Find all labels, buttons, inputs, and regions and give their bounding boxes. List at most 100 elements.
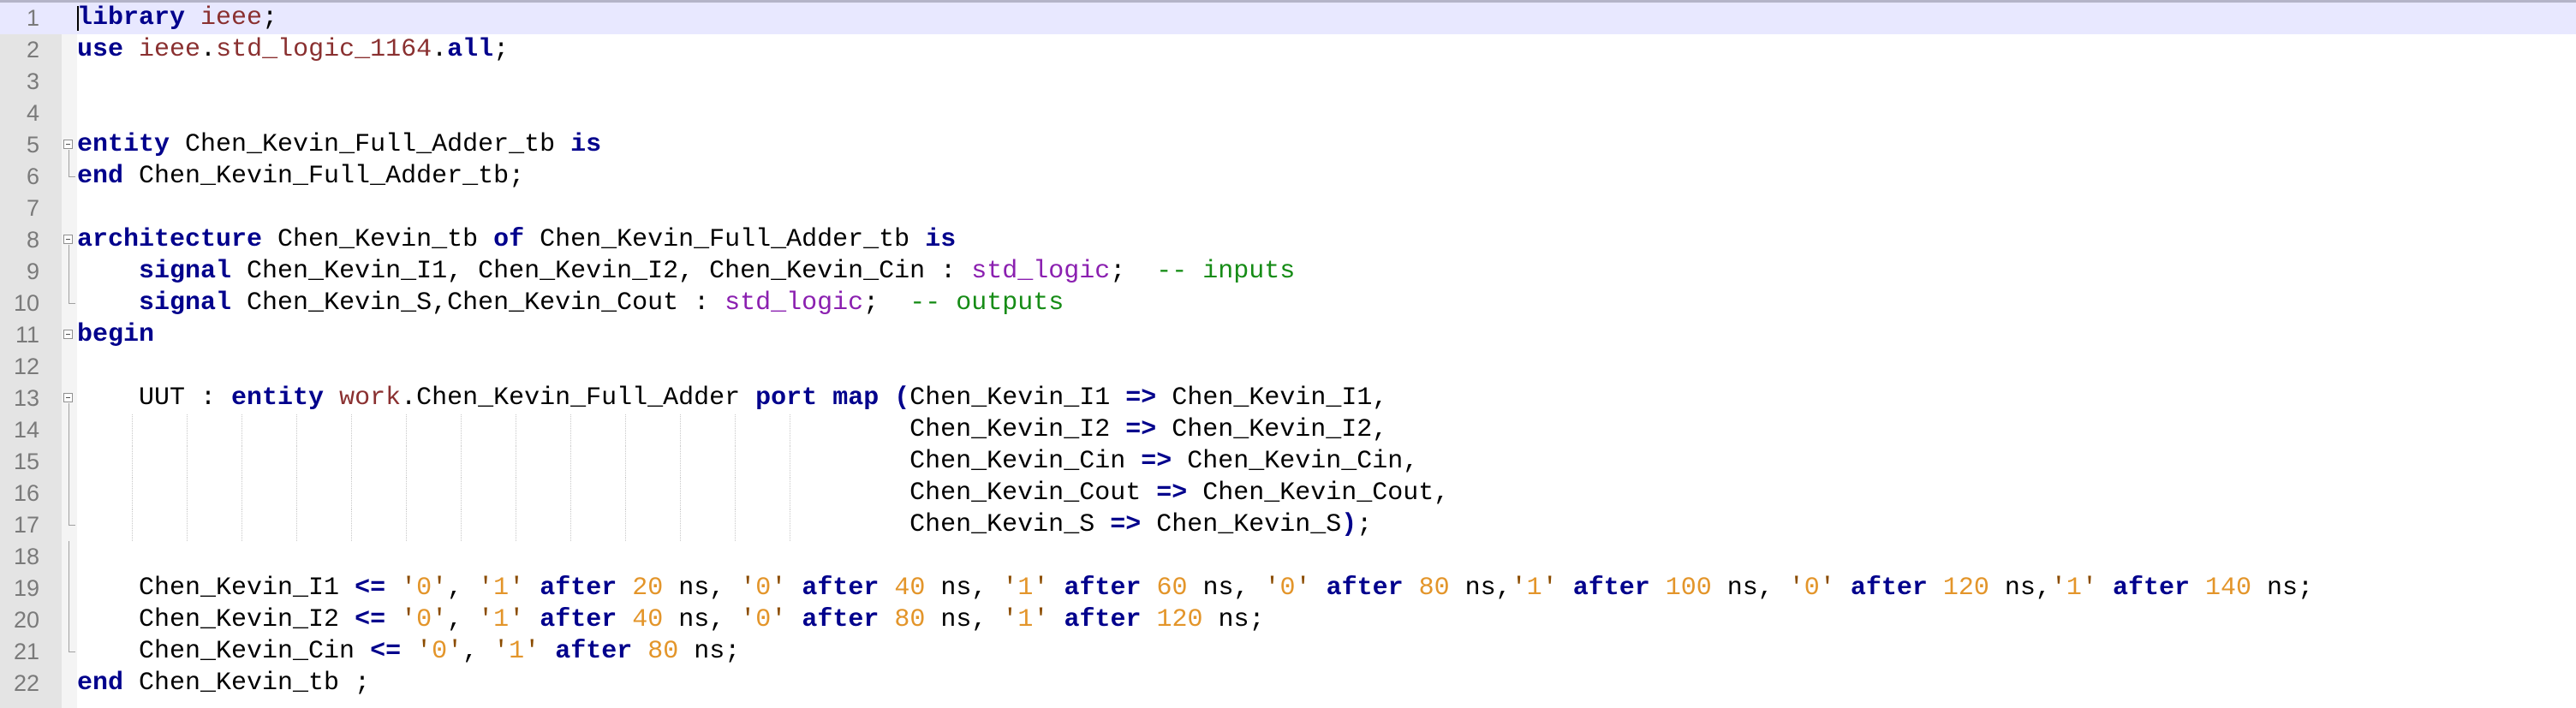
token-lib: ieee: [139, 35, 201, 64]
token-str: ': [1002, 605, 1018, 634]
code-line[interactable]: 6 end Chen_Kevin_Full_Adder_tb;: [0, 161, 2576, 193]
fold-toggle-icon[interactable]: [62, 319, 77, 351]
token-str: ': [1002, 574, 1018, 603]
code-line[interactable]: 21 Chen_Kevin_Cin <= '0', '1' after 80 n…: [0, 636, 2576, 668]
text-caret: [77, 6, 79, 31]
token-num: 100: [1665, 574, 1712, 603]
token-text: ns,: [1187, 574, 1265, 603]
token-kw: after: [802, 574, 880, 603]
token-text: ,: [447, 605, 479, 634]
line-text[interactable]: Chen_Kevin_Cout => Chen_Kevin_Cout,: [77, 478, 1449, 509]
code-line[interactable]: 13 UUT : entity work.Chen_Kevin_Full_Add…: [0, 383, 2576, 414]
token-text: ;: [1357, 510, 1373, 539]
token-num: 1: [493, 574, 510, 603]
line-number: 12: [13, 354, 39, 379]
line-text[interactable]: entity Chen_Kevin_Full_Adder_tb is: [77, 129, 601, 161]
token-kw: begin: [77, 320, 155, 349]
code-line[interactable]: 19 Chen_Kevin_I1 <= '0', '1' after 20 ns…: [0, 573, 2576, 604]
code-editor[interactable]: 1 library ieee; 2 use ieee.std_logic_116…: [0, 0, 2576, 708]
line-text[interactable]: end Chen_Kevin_tb ;: [77, 668, 370, 699]
line-text[interactable]: Chen_Kevin_I2 => Chen_Kevin_I2,: [77, 414, 1387, 446]
line-text[interactable]: Chen_Kevin_Cin => Chen_Kevin_Cin,: [77, 446, 1418, 478]
code-line[interactable]: 9 signal Chen_Kevin_I1, Chen_Kevin_I2, C…: [0, 256, 2576, 288]
line-number: 3: [26, 68, 39, 94]
line-text[interactable]: Chen_Kevin_I1 <= '0', '1' after 20 ns, '…: [77, 573, 2313, 604]
token-str: ': [740, 605, 756, 634]
token-text: ns,: [663, 574, 741, 603]
token-num: 40: [632, 605, 664, 634]
token-text: ;: [863, 289, 910, 318]
token-kw: map: [832, 384, 880, 413]
code-line[interactable]: 3: [0, 66, 2576, 98]
token-str: ': [478, 605, 494, 634]
line-number: 17: [13, 512, 39, 538]
code-line[interactable]: 17 Chen_Kevin_S => Chen_Kevin_S);: [0, 509, 2576, 541]
line-number: 18: [13, 544, 39, 569]
token-text: ns;: [1202, 605, 1265, 634]
line-text[interactable]: use ieee.std_logic_1164.all;: [77, 34, 509, 66]
line-text[interactable]: Chen_Kevin_Cin <= '0', '1' after 80 ns;: [77, 636, 740, 668]
fold-end-marker: [62, 288, 77, 319]
code-line[interactable]: 22 end Chen_Kevin_tb ;: [0, 668, 2576, 699]
line-text[interactable]: signal Chen_Kevin_I1, Chen_Kevin_I2, Che…: [77, 256, 1295, 288]
token-kw: <=: [355, 605, 386, 634]
token-kw: (: [894, 384, 910, 413]
token-text: ns,: [1989, 574, 2051, 603]
token-kw: <=: [370, 637, 402, 666]
code-line[interactable]: 1 library ieee;: [0, 3, 2576, 34]
line-text[interactable]: UUT : entity work.Chen_Kevin_Full_Adder …: [77, 383, 1387, 414]
code-line[interactable]: 8 architecture Chen_Kevin_tb of Chen_Kev…: [0, 224, 2576, 256]
code-line[interactable]: 10 signal Chen_Kevin_S,Chen_Kevin_Cout :…: [0, 288, 2576, 319]
code-line[interactable]: 14 Chen_Kevin_I2 => Chen_Kevin_I2,: [0, 414, 2576, 446]
code-line[interactable]: 15 Chen_Kevin_Cin => Chen_Kevin_Cin,: [0, 446, 2576, 478]
code-line[interactable]: 16 Chen_Kevin_Cout => Chen_Kevin_Cout,: [0, 478, 2576, 509]
line-text[interactable]: Chen_Kevin_S => Chen_Kevin_S);: [77, 509, 1372, 541]
token-num: 0: [1279, 574, 1296, 603]
token-text: ns,: [1711, 574, 1789, 603]
line-number: 7: [26, 195, 39, 221]
token-num: 80: [647, 637, 679, 666]
fold-toggle-icon[interactable]: [62, 129, 77, 161]
code-line[interactable]: 18: [0, 541, 2576, 573]
token-text: Chen_Kevin_I2,: [1156, 415, 1388, 444]
code-line[interactable]: 12: [0, 351, 2576, 383]
token-num: 120: [1942, 574, 1989, 603]
token-text: Chen_Kevin_S,Chen_Kevin_Cout :: [231, 289, 725, 318]
line-text[interactable]: end Chen_Kevin_Full_Adder_tb;: [77, 161, 524, 193]
token-text: Chen_Kevin_S: [77, 510, 1111, 539]
fold-toggle-icon[interactable]: [62, 383, 77, 414]
token-lib: std_logic_1164: [216, 35, 432, 64]
token-text: Chen_Kevin_I2: [77, 415, 1126, 444]
line-text[interactable]: Chen_Kevin_I2 <= '0', '1' after 40 ns, '…: [77, 604, 1265, 636]
code-line[interactable]: 20 Chen_Kevin_I2 <= '0', '1' after 40 ns…: [0, 604, 2576, 636]
token-kw: after: [1850, 574, 1928, 603]
token-text: Chen_Kevin_I1,: [1156, 384, 1388, 413]
token-text: .Chen_Kevin_Full_Adder: [401, 384, 756, 413]
token-text: UUT :: [77, 384, 232, 413]
line-text[interactable]: begin: [77, 319, 154, 351]
code-line[interactable]: 11 begin: [0, 319, 2576, 351]
code-line[interactable]: 5 entity Chen_Kevin_Full_Adder_tb is: [0, 129, 2576, 161]
token-text: Chen_Kevin_tb: [262, 225, 494, 254]
fold-toggle-icon[interactable]: [62, 224, 77, 256]
code-line[interactable]: 7: [0, 193, 2576, 224]
line-text[interactable]: library ieee;: [77, 3, 277, 34]
token-text: ns;: [2251, 574, 2314, 603]
code-line[interactable]: 2 use ieee.std_logic_1164.all;: [0, 34, 2576, 66]
token-num: 1: [1017, 574, 1034, 603]
token-kw: after: [2112, 574, 2190, 603]
line-text[interactable]: signal Chen_Kevin_S,Chen_Kevin_Cout : st…: [77, 288, 1064, 319]
code-line[interactable]: 4: [0, 98, 2576, 129]
token-num: 80: [894, 605, 926, 634]
line-text[interactable]: architecture Chen_Kevin_tb of Chen_Kevin…: [77, 224, 956, 256]
token-num: 1: [1526, 574, 1542, 603]
token-kw: signal: [139, 289, 232, 318]
token-str: ': [771, 574, 787, 603]
